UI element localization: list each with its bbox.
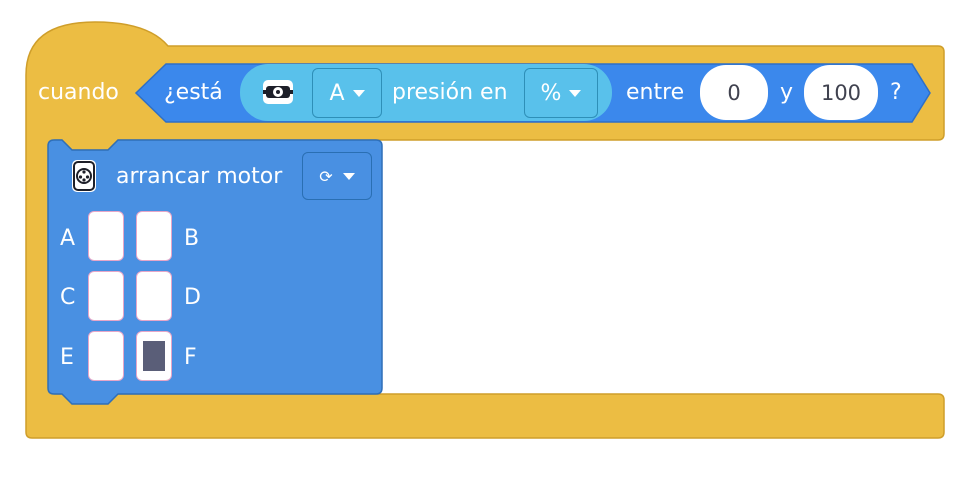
chevron-down-icon [342,172,355,180]
port-f-button[interactable] [136,331,172,381]
port-label-b: B [184,226,200,251]
port-e-button[interactable] [88,331,124,381]
port-a-button[interactable] [88,211,124,261]
between-label: entre [626,80,685,105]
unit-dropdown[interactable]: % [524,68,598,118]
port-value: A [329,80,345,106]
min-value-input[interactable]: 0 [700,65,768,120]
force-sensor-icon [263,80,293,104]
is-label: ¿está [164,80,223,105]
when-label: cuando [38,80,119,105]
port-b-button[interactable] [136,211,172,261]
port-label-c: C [60,285,76,310]
port-d-button[interactable] [136,271,172,321]
port-label-a: A [60,226,76,251]
pressure-label: presión en [392,80,508,105]
port-label-f: F [184,345,197,370]
port-label-e: E [60,345,74,370]
rotate-clockwise-icon: ⟳ [319,166,333,186]
max-value-input[interactable]: 100 [804,65,878,120]
question-label: ? [890,80,902,105]
port-dropdown[interactable]: A [312,68,382,118]
port-label-d: D [184,285,201,310]
port-c-button[interactable] [88,271,124,321]
chevron-down-icon [352,89,365,97]
unit-value: % [540,80,562,106]
and-label: y [780,80,794,105]
motor-icon [72,160,96,192]
direction-dropdown[interactable]: ⟳ [302,152,372,200]
chevron-down-icon [569,89,582,97]
start-motor-label: arrancar motor [116,164,283,189]
